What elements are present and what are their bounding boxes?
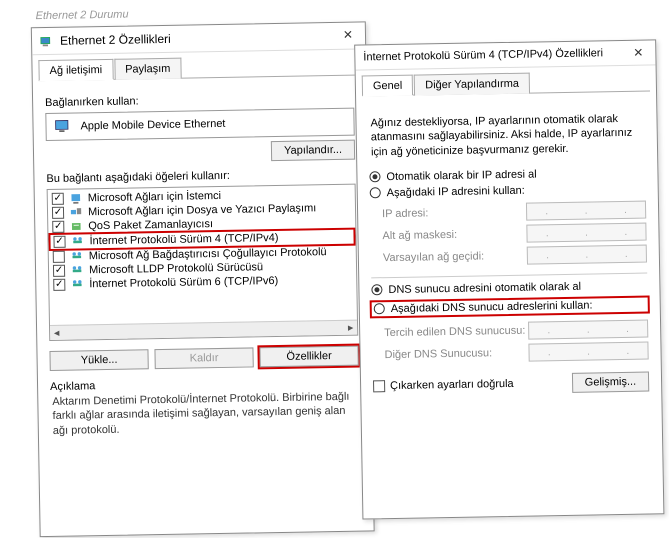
item-checkbox[interactable]: ✓ (53, 279, 65, 291)
radio-ip-auto-row[interactable]: Otomatik olarak bir IP adresi al (369, 166, 645, 183)
horizontal-scrollbar[interactable]: ◄ ► (50, 320, 357, 340)
component-icon (70, 264, 84, 276)
adapter-box: Apple Mobile Device Ethernet (45, 108, 354, 141)
item-label: QoS Paket Zamanlayıcısı (88, 218, 213, 232)
item-checkbox[interactable] (53, 251, 65, 263)
item-checkbox[interactable]: ✓ (52, 193, 64, 205)
subnet-mask-input: ... (526, 222, 646, 242)
component-icon (69, 192, 83, 204)
install-button[interactable]: Yükle... (49, 349, 148, 371)
description-text: Aktarım Denetimi Protokolü/İnternet Prot… (50, 390, 360, 438)
alternate-dns-input: ... (528, 341, 648, 361)
component-icon (70, 250, 84, 262)
item-checkbox[interactable]: ✓ (52, 207, 64, 219)
components-list[interactable]: ✓Microsoft Ağları için İstemci✓Microsoft… (47, 184, 359, 341)
scroll-left-icon[interactable]: ◄ (52, 328, 61, 338)
validate-checkbox-row[interactable]: Çıkarken ayarları doğrula (373, 378, 514, 392)
radio-ip-auto-label: Otomatik olarak bir IP adresi al (386, 168, 536, 183)
radio-dns-manual-row[interactable]: Aşağıdaki DNS sunucu adreslerini kullan: (370, 295, 650, 318)
items-label: Bu bağlantı aşağıdaki öğeleri kullanır: (46, 168, 355, 185)
scroll-right-icon[interactable]: ► (346, 323, 355, 333)
radio-ip-auto[interactable] (369, 172, 380, 183)
network-adapter-icon (40, 34, 54, 48)
ip-address-label: IP adresi: (382, 206, 526, 221)
item-checkbox[interactable]: ✓ (53, 265, 65, 277)
adapter-icon (54, 120, 72, 134)
item-label: İnternet Protokolü Sürüm 6 (TCP/IPv6) (89, 275, 278, 290)
item-checkbox[interactable]: ✓ (52, 221, 64, 233)
radio-dns-manual-label: Aşağıdaki DNS sunucu adreslerini kullan: (391, 299, 593, 315)
radio-dns-manual[interactable] (374, 304, 385, 315)
titlebar-right: İnternet Protokolü Sürüm 4 (TCP/IPv4) Öz… (355, 40, 655, 70)
ethernet-properties-window: Ethernet 2 Özellikleri ✕ Ağ iletişimi Pa… (31, 21, 375, 537)
remove-button[interactable]: Kaldır (154, 347, 253, 369)
gateway-label: Varsayılan ağ geçidi: (383, 250, 527, 265)
radio-dns-auto[interactable] (371, 285, 382, 296)
ipv4-properties-window: İnternet Protokolü Sürüm 4 (TCP/IPv4) Öz… (354, 39, 664, 519)
component-icon (69, 220, 83, 232)
adapter-name: Apple Mobile Device Ethernet (80, 118, 225, 133)
advanced-button[interactable]: Gelişmiş... (572, 371, 650, 392)
radio-ip-manual-row[interactable]: Aşağıdaki IP adresini kullan: (370, 182, 646, 199)
radio-dns-auto-row[interactable]: DNS sunucu adresini otomatik olarak al (371, 279, 647, 296)
info-text: Ağınız destekliyorsa, IP ayarlarının oto… (370, 112, 643, 160)
radio-dns-auto-label: DNS sunucu adresini otomatik olarak al (388, 281, 581, 296)
validate-label: Çıkarken ayarları doğrula (390, 378, 514, 392)
window-title: Ethernet 2 Özellikleri (60, 32, 171, 48)
radio-ip-manual[interactable] (370, 188, 381, 199)
tab-sharing[interactable]: Paylaşım (114, 58, 182, 80)
close-button-left[interactable]: ✕ (333, 24, 363, 45)
component-icon (69, 206, 83, 218)
titlebar-left: Ethernet 2 Özellikleri (32, 22, 365, 55)
tab-alternate[interactable]: Diğer Yapılandırma (414, 73, 530, 96)
radio-ip-manual-label: Aşağıdaki IP adresini kullan: (387, 185, 525, 199)
ip-address-input: ... (526, 200, 646, 220)
gateway-input: ... (527, 244, 647, 264)
alternate-dns-label: Diğer DNS Sunucusu: (384, 347, 528, 362)
validate-checkbox[interactable] (373, 380, 385, 392)
component-icon (70, 235, 84, 247)
connect-using-label: Bağlanırken kullan: (45, 92, 354, 109)
background-window-title: Ethernet 2 Durumu (36, 9, 129, 23)
properties-button[interactable]: Özellikler (259, 346, 358, 368)
item-label: İnternet Protokolü Sürüm 4 (TCP/IPv4) (89, 232, 278, 247)
item-checkbox[interactable]: ✓ (53, 236, 65, 248)
close-button-right[interactable]: ✕ (623, 42, 653, 63)
subnet-mask-label: Alt ağ maskesi: (382, 228, 526, 243)
tab-general[interactable]: Genel (362, 75, 414, 97)
preferred-dns-input: ... (528, 319, 648, 339)
item-label: Microsoft Ağları için İstemci (88, 190, 221, 204)
tab-network[interactable]: Ağ iletişimi (38, 59, 113, 81)
configure-button[interactable]: Yapılandır... (271, 140, 355, 161)
preferred-dns-label: Tercih edilen DNS sunucusu: (384, 325, 528, 340)
window-title-right: İnternet Protokolü Sürüm 4 (TCP/IPv4) Öz… (363, 47, 603, 63)
component-icon (70, 278, 84, 290)
